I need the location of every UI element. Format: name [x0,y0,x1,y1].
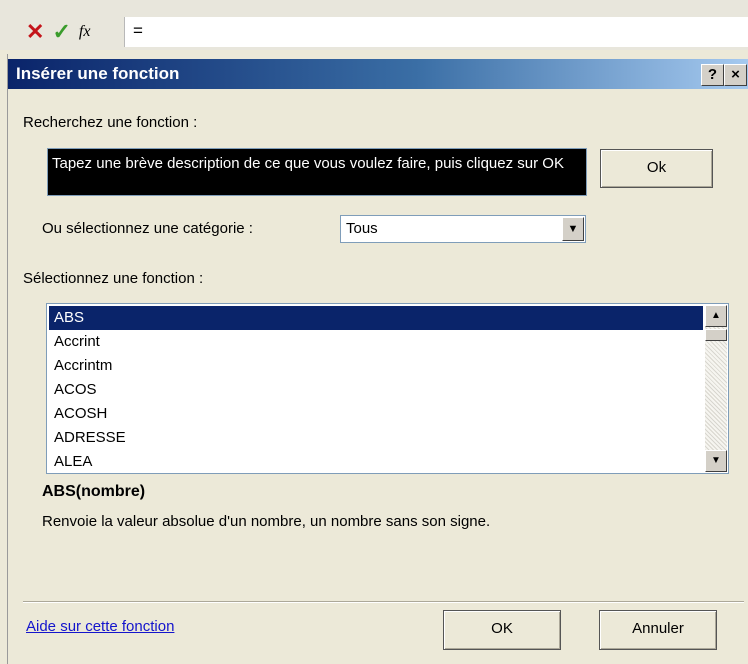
list-item[interactable]: Accrint [49,330,703,354]
function-signature: ABS(nombre) [42,483,146,500]
chevron-down-icon[interactable]: ▼ [562,217,584,241]
search-label: Recherchez une fonction : [23,114,198,131]
separator [23,601,744,603]
cancel-entry-icon[interactable]: ✕ [26,21,44,43]
help-button[interactable]: ? [701,64,724,86]
close-button[interactable]: × [724,64,747,86]
cancel-button[interactable]: Annuler [599,610,717,650]
insert-function-dialog: Insérer une fonction ? × Recherchez une … [7,54,748,664]
ok-button[interactable]: OK [443,610,561,650]
formula-bar: ✕ ✓ fx = [0,0,748,50]
scroll-up-icon[interactable]: ▲ [705,305,727,327]
formula-content: = [133,21,143,40]
function-list-scrollbar[interactable]: ▲ ▼ [705,305,727,472]
category-value: Tous [346,220,378,237]
function-list-label: Sélectionnez une fonction : [23,270,204,287]
dialog-titlebar[interactable]: Insérer une fonction ? × [8,59,748,89]
insert-function-icon[interactable]: fx [79,23,91,41]
list-item[interactable]: ABS [49,306,703,330]
list-item[interactable]: ALEA [49,450,703,473]
function-list[interactable]: ABS Accrint Accrintm ACOS ACOSH ADRESSE … [46,303,729,474]
enter-entry-icon[interactable]: ✓ [52,21,70,43]
list-item[interactable]: ADRESSE [49,426,703,450]
formula-input[interactable]: = [124,17,748,47]
function-description: Renvoie la valeur absolue d'un nombre, u… [42,513,491,530]
search-ok-button[interactable]: Ok [600,149,713,188]
list-item[interactable]: Accrintm [49,354,703,378]
scroll-down-icon[interactable]: ▼ [705,450,727,472]
category-select[interactable]: Tous ▼ [340,215,586,243]
help-link[interactable]: Aide sur cette fonction [26,618,174,635]
scroll-thumb[interactable] [705,329,727,341]
list-item[interactable]: ACOS [49,378,703,402]
dialog-title: Insérer une fonction [16,64,180,83]
list-item[interactable]: ACOSH [49,402,703,426]
search-input[interactable]: Tapez une brève description de ce que vo… [47,148,587,196]
category-label: Ou sélectionnez une catégorie : [42,220,253,237]
